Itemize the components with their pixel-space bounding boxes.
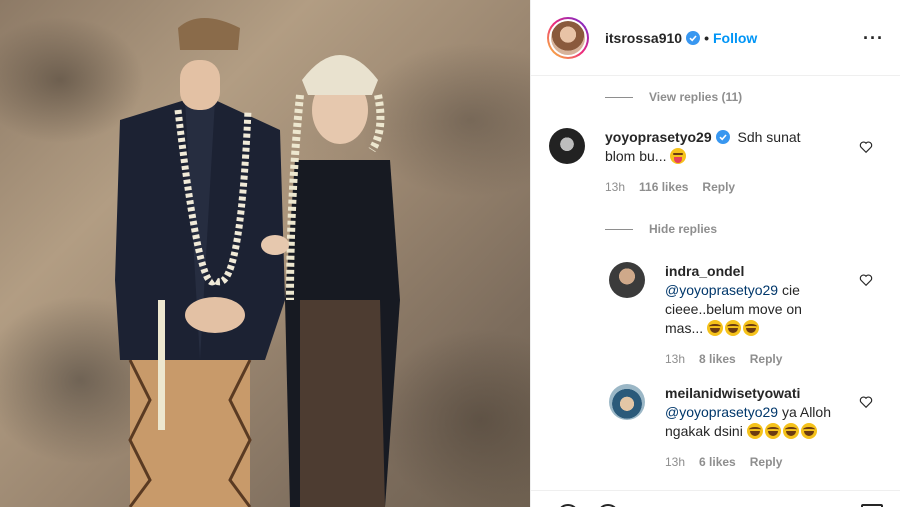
reply-mention[interactable]: @yoyoprasetyo29 [665, 404, 778, 420]
replier-avatar[interactable] [609, 384, 645, 420]
reply-time[interactable]: 13h [665, 350, 685, 369]
post-photo[interactable] [0, 0, 530, 507]
reply-reply-button[interactable]: Reply [750, 350, 783, 369]
laugh-emoji-icon [743, 320, 760, 336]
follow-button[interactable]: Follow [713, 30, 757, 46]
reply-time[interactable]: 13h [665, 453, 685, 472]
couple-wedding-illustration [115, 18, 400, 507]
owner-username[interactable]: itsrossa910 [605, 30, 682, 46]
comment-likes[interactable]: 116 likes [639, 178, 688, 197]
view-replies-button[interactable]: View replies (11) [605, 90, 742, 104]
comment-item: yoyoprasetyo29 Sdh sunat blom bu... 13h … [549, 128, 820, 197]
comment-reply-button[interactable]: Reply [702, 178, 735, 197]
action-bar [531, 490, 900, 507]
reply-username[interactable]: meilanidwisetyowati [665, 385, 800, 401]
reply-meta: 13h 8 likes Reply [665, 350, 825, 369]
reply-item: indra_ondel @yoyoprasetyo29 cie cieee..b… [609, 262, 825, 369]
replier-avatar[interactable] [609, 262, 645, 298]
laugh-emoji-icon [725, 320, 742, 336]
reply-username[interactable]: indra_ondel [665, 263, 744, 279]
comment-time[interactable]: 13h [605, 178, 625, 197]
post-header: itsrossa910 • Follow ··· [531, 0, 900, 76]
verified-badge-icon [715, 130, 730, 144]
laugh-emoji-icon [746, 423, 763, 439]
laugh-emoji-icon [707, 320, 724, 336]
like-heart-icon[interactable] [859, 140, 873, 154]
reply-meta: 13h 6 likes Reply [665, 453, 840, 472]
comment-username[interactable]: yoyoprasetyo29 [605, 129, 712, 145]
view-replies-label: View replies (11) [649, 90, 743, 104]
comment-thread: View replies (11) yoyoprasetyo29 Sdh sun… [531, 76, 900, 490]
groom-figure [115, 18, 285, 507]
commenter-avatar[interactable] [549, 128, 585, 164]
owner-avatar[interactable] [547, 16, 589, 59]
reply-likes[interactable]: 8 likes [699, 350, 736, 369]
hide-replies-label: Hide replies [649, 222, 718, 236]
more-horizontal-icon[interactable]: ··· [863, 28, 884, 49]
laugh-emoji-icon [764, 423, 781, 439]
reply-reply-button[interactable]: Reply [750, 453, 783, 472]
like-heart-icon[interactable] [859, 395, 873, 409]
tongue-emoji-icon [670, 148, 687, 164]
laugh-emoji-icon [782, 423, 799, 439]
like-heart-icon[interactable] [859, 273, 873, 287]
comment-meta: 13h 116 likes Reply [605, 178, 820, 197]
reply-item: meilanidwisetyowati @yoyoprasetyo29 ya A… [609, 384, 840, 472]
reply-likes[interactable]: 6 likes [699, 453, 736, 472]
post-side-panel: itsrossa910 • Follow ··· View replies (1… [530, 0, 900, 507]
laugh-emoji-icon [800, 423, 817, 439]
hide-replies-button[interactable]: Hide replies [605, 222, 717, 236]
verified-badge-icon [686, 30, 701, 45]
reply-mention[interactable]: @yoyoprasetyo29 [665, 282, 778, 298]
separator-dot: • [704, 29, 709, 46]
